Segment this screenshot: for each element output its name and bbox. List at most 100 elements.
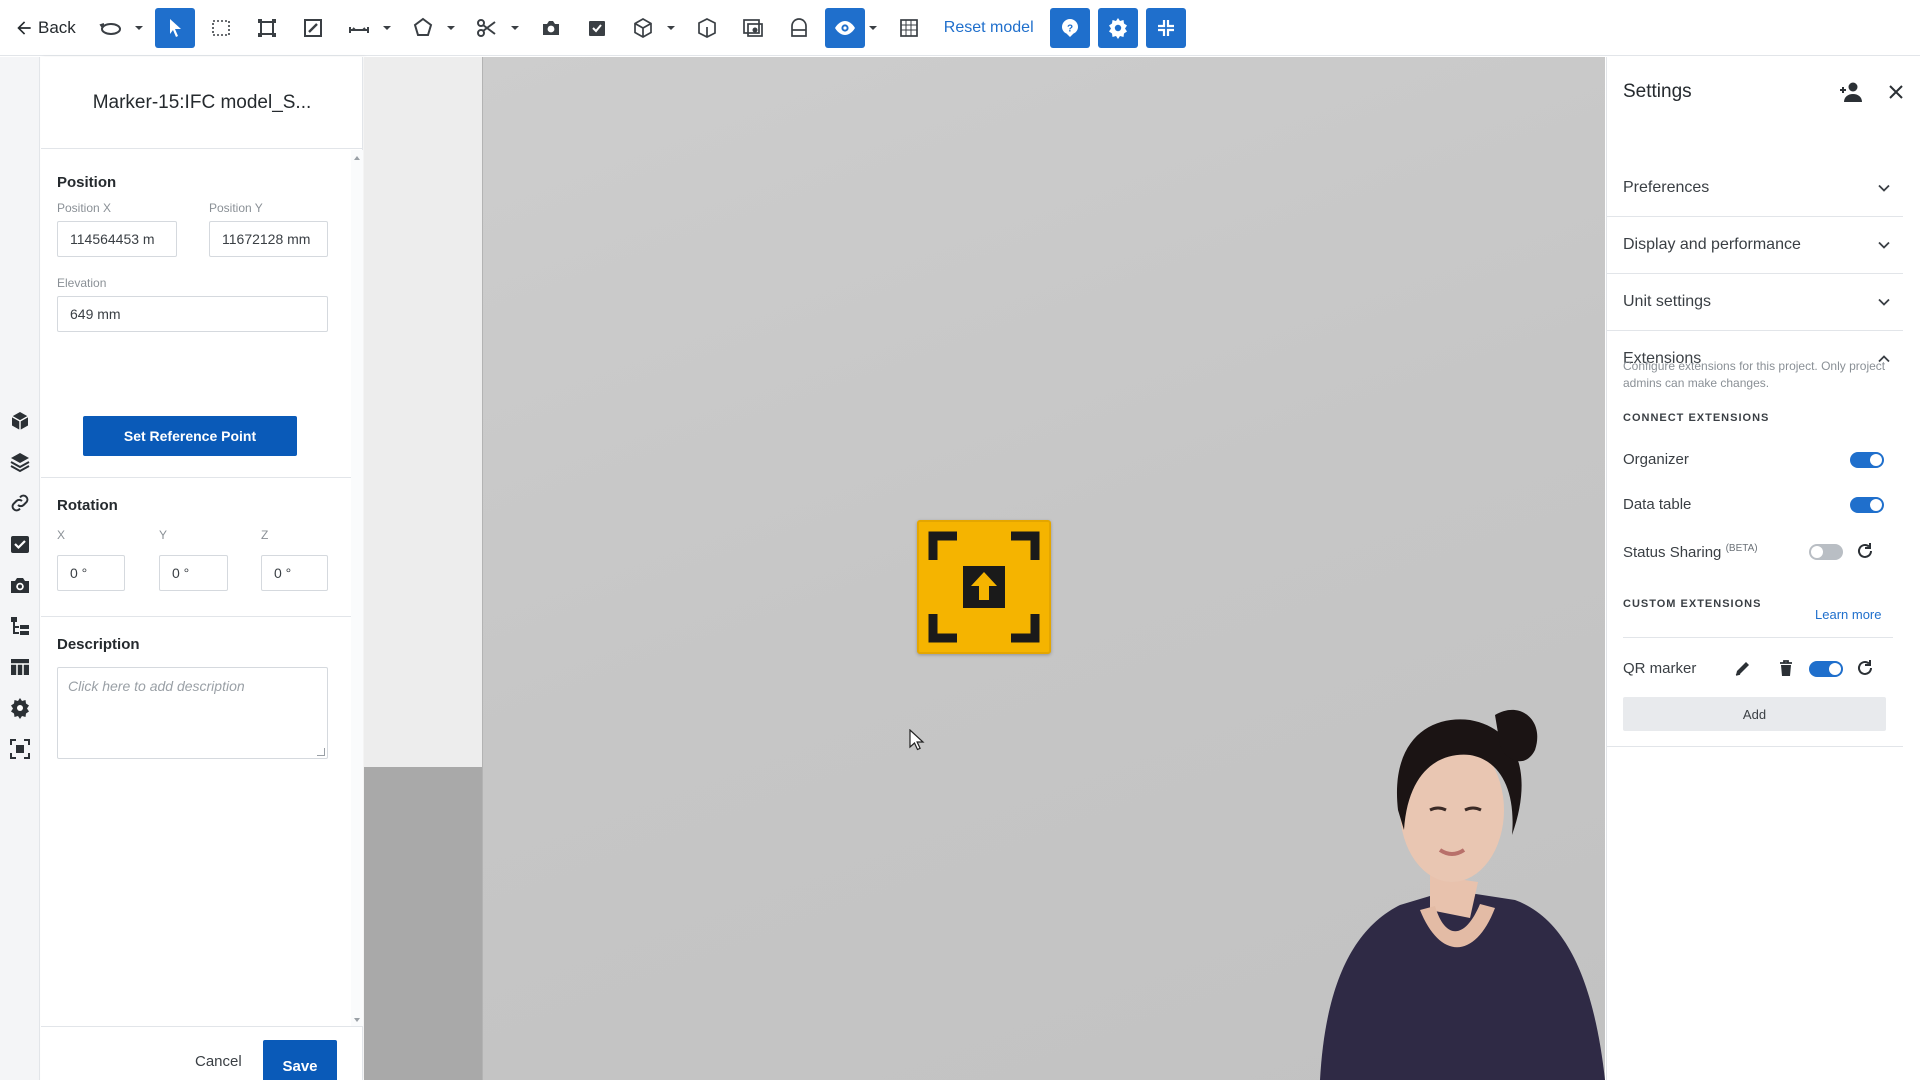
- position-y-label: Position Y: [209, 201, 263, 215]
- visibility-dropdown[interactable]: [865, 8, 881, 48]
- learn-more-link[interactable]: Learn more: [1815, 607, 1881, 622]
- reset-model-button[interactable]: Reset model: [932, 8, 1046, 48]
- scroll-down-arrow[interactable]: [354, 1018, 360, 1022]
- panel-scrollbar[interactable]: [351, 150, 363, 1026]
- models-icon[interactable]: [8, 409, 32, 433]
- rotation-y-input[interactable]: 0 °: [159, 555, 228, 591]
- views-button[interactable]: [733, 8, 773, 48]
- qr-marker-toggle[interactable]: [1809, 661, 1843, 677]
- todo-icon[interactable]: [8, 532, 32, 556]
- beta-badge: (BETA): [1725, 543, 1758, 554]
- camera-icon: [542, 20, 559, 35]
- refresh-icon[interactable]: [1855, 658, 1875, 678]
- cube-icon: [633, 17, 652, 38]
- status-sharing-toggle[interactable]: [1809, 544, 1843, 560]
- grid-icon: [899, 18, 918, 37]
- object-button[interactable]: [779, 8, 819, 48]
- edit-icon[interactable]: [1733, 658, 1753, 678]
- select-tool-button[interactable]: [154, 7, 195, 48]
- help-button[interactable]: ?: [1049, 7, 1090, 48]
- connect-extensions-heading: CONNECT EXTENSIONS: [1623, 412, 1770, 424]
- settings-scrollbar[interactable]: [1910, 135, 1920, 1075]
- data-table-label: Data table: [1623, 496, 1692, 513]
- preferences-label: Preferences: [1623, 179, 1710, 196]
- organizer-toggle[interactable]: [1850, 452, 1884, 468]
- unit-settings-section[interactable]: Unit settings: [1607, 274, 1903, 331]
- clip-button[interactable]: [467, 8, 507, 48]
- clip-dropdown[interactable]: [507, 8, 523, 48]
- status-sharing-label: Status Sharing (BETA): [1623, 543, 1758, 561]
- object-view-button[interactable]: [623, 8, 663, 48]
- clip-icon: [476, 18, 496, 37]
- camera-icon[interactable]: [8, 573, 32, 597]
- chevron-down-icon: [1878, 298, 1890, 306]
- qr-marker-object[interactable]: [917, 520, 1051, 654]
- rotation-x-label: X: [57, 528, 66, 542]
- todo-button[interactable]: [577, 8, 617, 48]
- link-icon[interactable]: [8, 491, 32, 515]
- save-button[interactable]: Save: [263, 1040, 337, 1080]
- custom-extensions-heading: CUSTOM EXTENSIONS: [1623, 598, 1762, 610]
- section-box-button[interactable]: [247, 8, 287, 48]
- measure-dropdown[interactable]: [379, 8, 395, 48]
- position-x-label: Position X: [57, 201, 112, 215]
- presenter-video-overlay: [1320, 709, 1605, 1080]
- box-select-button[interactable]: [201, 8, 241, 48]
- back-label: Back: [38, 17, 76, 37]
- back-button[interactable]: Back: [8, 8, 84, 48]
- orbit-dropdown[interactable]: [131, 8, 147, 48]
- fit-view-button[interactable]: [1145, 7, 1186, 48]
- chevron-down-icon: [868, 25, 877, 30]
- unit-settings-label: Unit settings: [1623, 293, 1712, 310]
- rotation-z-label: Z: [261, 528, 269, 542]
- add-user-icon[interactable]: [1839, 81, 1865, 103]
- rotation-heading: Rotation: [57, 497, 118, 514]
- resize-handle[interactable]: [317, 748, 325, 756]
- trash-icon[interactable]: [1776, 658, 1796, 678]
- close-icon[interactable]: [1885, 81, 1907, 103]
- viewport-background-dark: [364, 767, 482, 1080]
- shape-icon: [413, 17, 432, 36]
- rotation-x-input[interactable]: 0 °: [57, 555, 125, 591]
- rotation-z-input[interactable]: 0 °: [261, 555, 328, 591]
- help-icon: ?: [1061, 18, 1078, 37]
- elevation-input[interactable]: 649 mm: [57, 296, 328, 332]
- box-select-icon: [211, 19, 230, 36]
- chevron-down-icon: [134, 25, 143, 30]
- add-extension-button[interactable]: Add: [1623, 697, 1886, 731]
- arrow-left-icon: [17, 20, 31, 35]
- cancel-button[interactable]: Cancel: [195, 1053, 242, 1070]
- isolate-button[interactable]: [687, 8, 727, 48]
- shape-button[interactable]: [403, 8, 443, 48]
- position-x-input[interactable]: 114564453 m: [57, 221, 177, 257]
- orbit-tool-button[interactable]: [91, 8, 131, 48]
- organizer-icon[interactable]: [8, 614, 32, 638]
- layers-icon[interactable]: [8, 450, 32, 474]
- scroll-up-arrow[interactable]: [354, 156, 360, 160]
- todo-icon: [588, 20, 605, 36]
- marker-icon[interactable]: [8, 737, 32, 761]
- shape-dropdown[interactable]: [443, 8, 459, 48]
- grid-button[interactable]: [889, 8, 929, 48]
- markup-button[interactable]: [293, 8, 333, 48]
- svg-text:?: ?: [1067, 23, 1073, 34]
- description-textarea[interactable]: Click here to add description: [57, 667, 328, 759]
- position-y-input[interactable]: 11672128 mm: [209, 221, 328, 257]
- preferences-section[interactable]: Preferences: [1607, 160, 1903, 217]
- snapshot-button[interactable]: [531, 8, 571, 48]
- table-icon[interactable]: [8, 655, 32, 679]
- object-view-dropdown[interactable]: [663, 8, 679, 48]
- eye-icon: [834, 20, 855, 35]
- views-icon: [742, 18, 763, 37]
- chevron-down-icon: [666, 25, 675, 30]
- refresh-icon[interactable]: [1855, 541, 1875, 561]
- orbit-icon: [99, 22, 121, 35]
- extensions-icon[interactable]: [8, 696, 32, 720]
- settings-button[interactable]: [1097, 7, 1138, 48]
- set-reference-point-button[interactable]: Set Reference Point: [83, 416, 297, 456]
- mouse-cursor-icon: [909, 729, 925, 751]
- measure-button[interactable]: [339, 8, 379, 48]
- display-performance-section[interactable]: Display and performance: [1607, 217, 1903, 274]
- data-table-toggle[interactable]: [1850, 497, 1884, 513]
- visibility-button[interactable]: [824, 7, 865, 48]
